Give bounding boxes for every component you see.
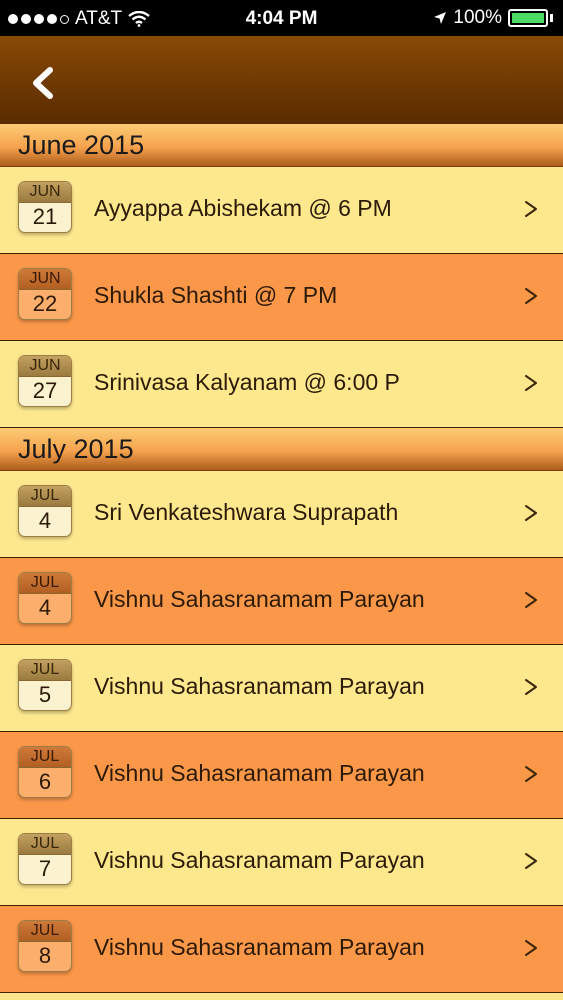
calendar-date-icon: JUL 5 [18,659,72,711]
status-bar: AT&T 4:04 PM 100% [0,0,563,36]
event-row[interactable]: JUN 21 Ayyappa Abishekam @ 6 PM [0,167,563,254]
event-day: 6 [38,769,52,794]
event-month: JUL [19,660,71,681]
event-title: Vishnu Sahasranamam Parayan [94,934,425,960]
section-header: June 2015 [0,124,563,167]
event-title: Sri Venkateshwara Suprapath [94,499,399,525]
event-row[interactable]: JUL 5 Vishnu Sahasranamam Parayan [0,645,563,732]
section-header: July 2015 [0,428,563,471]
nav-bar [0,36,563,124]
disclosure-chevron-icon [525,940,537,956]
event-day: 8 [38,943,52,968]
disclosure-chevron-icon [525,288,537,304]
event-month: JUN [19,269,71,290]
event-title: Srinivasa Kalyanam @ 6:00 P [94,369,400,395]
event-day: 7 [38,856,52,881]
event-day: 22 [32,291,58,316]
calendar-date-icon: JUN 21 [18,181,72,233]
event-row[interactable]: JUN 27 Srinivasa Kalyanam @ 6:00 P [0,341,563,428]
event-day: 4 [38,595,52,620]
event-row[interactable]: JUL 4 Sri Venkateshwara Suprapath [0,471,563,558]
disclosure-chevron-icon [525,679,537,695]
event-month: JUL [19,573,71,594]
event-list: June 2015 JUN 21 Ayyappa Abishekam @ 6 PM JU… [0,124,563,993]
section-title: July 2015 [18,434,134,464]
location-arrow-icon [434,12,447,24]
event-month: JUL [19,486,71,507]
event-row[interactable]: JUL 4 Vishnu Sahasranamam Parayan [0,558,563,645]
calendar-date-icon: JUN 22 [18,268,72,320]
chevron-left-icon [33,67,53,99]
event-row[interactable]: JUL 6 Vishnu Sahasranamam Parayan [0,732,563,819]
event-title: Ayyappa Abishekam @ 6 PM [94,195,392,221]
calendar-date-icon: JUN 27 [18,355,72,407]
disclosure-chevron-icon [525,201,537,217]
event-day: 5 [38,682,52,707]
event-title: Shukla Shashti @ 7 PM [94,282,338,308]
calendar-date-icon: JUL 7 [18,833,72,885]
event-row[interactable]: JUL 8 Vishnu Sahasranamam Parayan [0,906,563,993]
calendar-date-icon: JUL 4 [18,572,72,624]
event-title: Vishnu Sahasranamam Parayan [94,847,425,873]
event-row[interactable]: JUL 7 Vishnu Sahasranamam Parayan [0,819,563,906]
event-month: JUL [19,747,71,768]
event-day: 21 [32,204,58,229]
event-title: Vishnu Sahasranamam Parayan [94,673,425,699]
disclosure-chevron-icon [525,592,537,608]
disclosure-chevron-icon [525,505,537,521]
disclosure-chevron-icon [525,375,537,391]
event-day: 27 [32,378,58,403]
event-title: Vishnu Sahasranamam Parayan [94,760,425,786]
event-day: 4 [38,508,52,533]
back-button[interactable] [28,66,60,100]
event-month: JUN [19,182,71,203]
event-row[interactable]: JUN 22 Shukla Shashti @ 7 PM [0,254,563,341]
battery-percent: 100% [453,7,502,28]
status-right: 100% [433,7,553,29]
disclosure-chevron-icon [525,766,537,782]
battery-icon [508,9,548,27]
calendar-date-icon: JUL 4 [18,485,72,537]
event-title: Vishnu Sahasranamam Parayan [94,586,425,612]
calendar-date-icon: JUL 6 [18,746,72,798]
disclosure-chevron-icon [525,853,537,869]
event-month: JUN [19,356,71,377]
event-month: JUL [19,834,71,855]
section-title: June 2015 [18,130,145,160]
calendar-date-icon: JUL 8 [18,920,72,972]
event-month: JUL [19,921,71,942]
